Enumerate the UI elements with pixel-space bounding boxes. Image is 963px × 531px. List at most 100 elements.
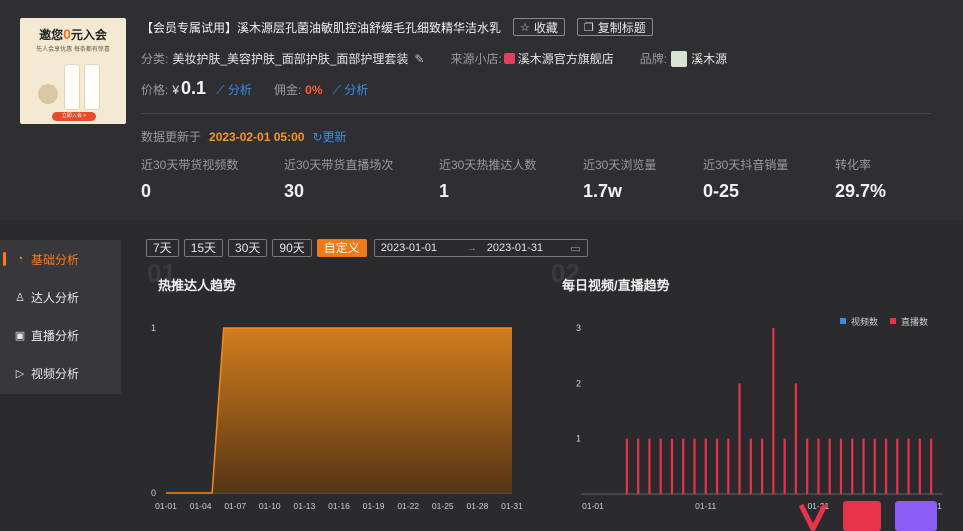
refresh-label: 更新 — [322, 130, 347, 144]
nav-item-label: 视频分析 — [31, 366, 80, 381]
shop-icon — [503, 53, 515, 64]
x-tick-label: 01-10 — [259, 501, 281, 511]
live-icon: ▣ — [14, 329, 26, 342]
favorite-button[interactable]: ☆ 收藏 — [513, 18, 565, 36]
x-tick-label: 01-01 — [155, 501, 177, 511]
update-time: 2023-02-01 05:00 — [209, 129, 305, 144]
price-currency: ¥ — [172, 83, 180, 97]
stat-value: 30 — [284, 181, 305, 201]
refresh-button[interactable]: ↻更新 — [312, 128, 346, 145]
nav-item-influencer-analysis[interactable]: ♙ 达人分析 — [0, 278, 121, 316]
brand-label: 品牌: — [639, 52, 668, 66]
y-tick-label: 1 — [576, 434, 581, 444]
commission-analysis-link[interactable]: ⟋ 分析 — [333, 81, 369, 98]
commission-label: 佣金: — [273, 83, 302, 97]
update-label: 数据更新于 — [141, 130, 202, 144]
analysis-label: 分析 — [227, 83, 252, 97]
date-filter: 7天 15天 30天 90天 自定义 2023-01-01 → 2023-01-… — [146, 239, 588, 257]
product-thumbnail[interactable]: 邀您0元入会 先人会享优惠 每条都有惊喜 立即入会 > — [20, 18, 126, 124]
x-tick-label: 01-07 — [224, 501, 246, 511]
y-tick-label: 0 — [151, 488, 156, 498]
nav-item-video-analysis[interactable]: ▷ 视频分析 — [0, 354, 121, 392]
category-label: 分类: — [141, 52, 169, 66]
x-tick-label: 01-11 — [695, 501, 716, 511]
arrow-right-icon: → — [466, 242, 477, 254]
shop-label: 来源小店: — [450, 52, 502, 66]
stats-row: 近30天带货视频数 0 近30天带货直播场次 30 近30天热推达人数 1 近3… — [141, 156, 941, 206]
brand-value[interactable]: 溪木源 — [691, 50, 727, 67]
x-tick-label: 01-31 — [501, 501, 523, 511]
date-start[interactable]: 2023-01-01 — [381, 242, 437, 254]
bar-live — [772, 328, 775, 494]
date-chip-30d[interactable]: 30天 — [228, 239, 268, 257]
date-chip-7d[interactable]: 7天 — [146, 239, 179, 257]
y-tick-label: 2 — [576, 378, 581, 388]
logo-stroke — [798, 503, 828, 531]
nav-item-label: 基础分析 — [31, 252, 80, 267]
y-tick-label: 3 — [576, 323, 581, 333]
date-chip-90d[interactable]: 90天 — [272, 239, 312, 257]
influencer-trend-chart: 0 1 01-01 01-04 01-07 01-10 01-13 01-16 01-19 01-… — [151, 323, 523, 511]
legend-label: 直播数 — [901, 316, 928, 327]
x-tick-label: 01-04 — [190, 501, 212, 511]
stat-label: 近30天浏览量 — [583, 158, 657, 172]
bar-live — [749, 438, 752, 494]
legend-swatch — [840, 318, 846, 324]
meta-row: 分类: 美妆护肤_美容护肤_面部护肤_面部护理套装 ✎ 来源小店: 溪木源官方旗… — [141, 50, 727, 67]
date-chip-custom[interactable]: 自定义 — [316, 239, 367, 257]
bar-live — [682, 438, 685, 494]
price-analysis-link[interactable]: ⟋ 分析 — [216, 81, 252, 98]
bar-live — [625, 438, 628, 494]
bar-live — [907, 438, 910, 494]
bar-live — [828, 438, 831, 494]
bar-live — [727, 438, 730, 494]
trend-icon: ⟋ — [332, 83, 341, 97]
star-icon: ☆ — [520, 21, 530, 34]
refresh-icon: ↻ — [312, 130, 323, 144]
thumbnail-badge — [38, 84, 58, 104]
y-tick-label: 1 — [151, 323, 156, 333]
commission-value: 0% — [305, 83, 323, 97]
date-end[interactable]: 2023-01-31 — [487, 242, 543, 254]
stat-influencers: 近30天热推达人数 1 — [439, 156, 536, 202]
bar-live — [715, 438, 719, 494]
shop-value[interactable]: 溪木源官方旗舰店 — [518, 50, 614, 67]
logo-block — [895, 501, 937, 531]
stat-value: 29.7% — [835, 181, 887, 201]
user-icon: ♙ — [15, 291, 25, 304]
date-range-picker[interactable]: 2023-01-01 → 2023-01-31 ▭ — [373, 239, 588, 257]
thumbnail-headline: 邀您0元入会 — [39, 26, 107, 42]
bar-live — [783, 438, 786, 494]
nav-item-label: 达人分析 — [31, 290, 80, 305]
copy-title-button[interactable]: ❐ 复制标题 — [576, 18, 653, 36]
stat-views: 近30天浏览量 1.7w — [583, 156, 656, 202]
play-icon: ▷ — [15, 367, 25, 380]
legend-swatch — [890, 318, 896, 324]
brand-logo-watermark — [795, 491, 945, 531]
stat-label: 转化率 — [835, 158, 872, 172]
trend-icon: ⟋ — [216, 83, 225, 97]
bar-live — [806, 438, 809, 494]
bar-live — [670, 438, 674, 494]
bar-live — [862, 438, 865, 494]
stat-label: 近30天热推达人数 — [439, 158, 537, 172]
date-chip-15d[interactable]: 15天 — [183, 239, 224, 257]
bar-live — [873, 438, 876, 494]
x-tick-label: 01-22 — [397, 501, 419, 511]
bar-live — [704, 438, 707, 494]
brand-logo — [671, 50, 688, 67]
product-title: 【会员专属试用】溪木源层孔菌油敏肌控油舒缓毛孔细致精华洁水乳 — [141, 20, 502, 35]
logo-mark — [798, 501, 937, 531]
nav-item-basic-analysis[interactable]: ◔ 基础分析 — [0, 240, 121, 278]
analysis-label: 分析 — [344, 83, 369, 97]
logo-block — [843, 501, 881, 531]
bar-live — [761, 438, 764, 494]
stat-videos: 近30天带货视频数 0 — [141, 156, 238, 202]
title-row: 【会员专属试用】溪木源层孔菌油敏肌控油舒缓毛孔细致精华洁水乳 ☆ 收藏 ❐ 复制… — [141, 18, 653, 36]
thumbnail-subline: 先人会享优惠 每条都有惊喜 — [36, 47, 110, 53]
x-tick-label: 01-16 — [328, 501, 350, 511]
nav-item-live-analysis[interactable]: ▣ 直播分析 — [0, 316, 121, 354]
category-value: 美妆护肤_美容护肤_面部护肤_面部护理套装 — [172, 52, 409, 66]
bar-live — [884, 438, 888, 494]
edit-icon[interactable]: ✎ — [414, 52, 424, 66]
